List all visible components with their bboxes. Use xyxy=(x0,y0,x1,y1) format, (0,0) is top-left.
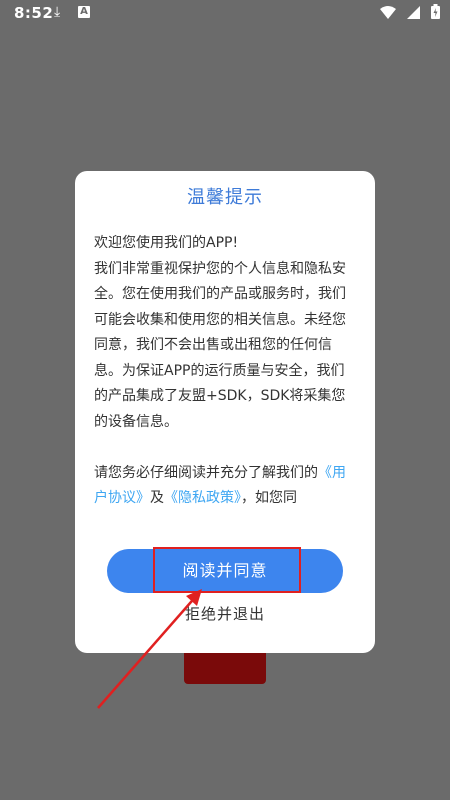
annotation-arrow xyxy=(97,589,202,709)
